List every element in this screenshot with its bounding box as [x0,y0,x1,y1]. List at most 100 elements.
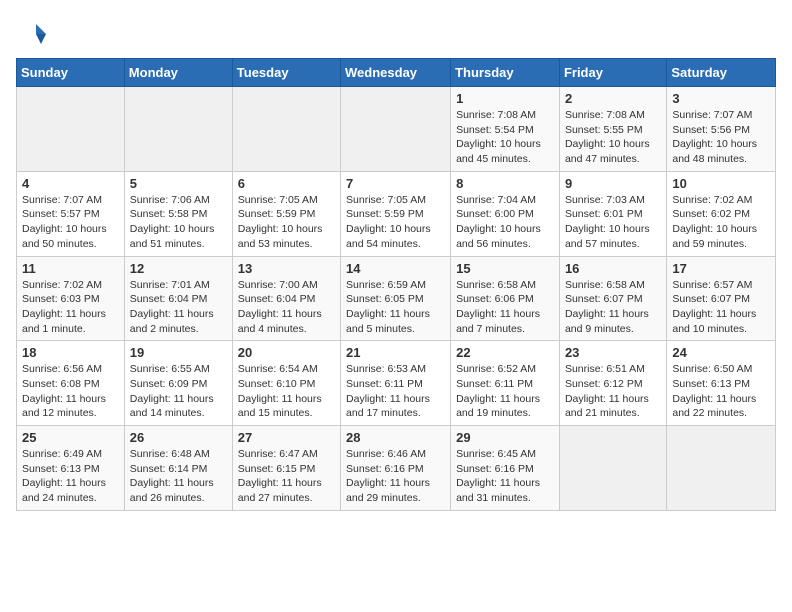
calendar-cell: 22 Sunrise: 6:52 AM Sunset: 6:11 PM Dayli… [451,341,560,426]
day-info: Sunrise: 6:45 AM Sunset: 6:16 PM Dayligh… [456,447,554,506]
calendar-week-row: 1Sunrise: 7:08 AM Sunset: 5:54 PM Daylig… [17,87,776,172]
calendar-cell: 21Sunrise: 6:53 AM Sunset: 6:11 PM Dayli… [341,341,451,426]
day-info: Sunrise: 6:53 AM Sunset: 6:11 PM Dayligh… [346,362,445,421]
calendar-cell: 6 Sunrise: 7:05 AM Sunset: 5:59 PM Daylig… [232,171,340,256]
calendar-table: SundayMondayTuesdayWednesdayThursdayFrid… [16,58,776,511]
calendar-cell [341,87,451,172]
day-number: 27 [238,430,335,445]
day-info: Sunrise: 7:01 AM Sunset: 6:04 PM Dayligh… [130,278,227,337]
calendar-cell: 29 Sunrise: 6:45 AM Sunset: 6:16 PM Dayli… [451,426,560,511]
day-info: Sunrise: 7:06 AM Sunset: 5:58 PM Dayligh… [130,193,227,252]
day-info: Sunrise: 6:54 AM Sunset: 6:10 PM Dayligh… [238,362,335,421]
calendar-cell: 14 Sunrise: 6:59 AM Sunset: 6:05 PM Dayli… [341,256,451,341]
day-info: Sunrise: 7:08 AM Sunset: 5:54 PM Dayligh… [456,108,554,167]
header [16,16,776,50]
day-number: 14 [346,261,445,276]
calendar-cell: 17 Sunrise: 6:57 AM Sunset: 6:07 PM Dayli… [667,256,776,341]
weekday-header: Thursday [451,59,560,87]
day-info: Sunrise: 6:47 AM Sunset: 6:15 PM Dayligh… [238,447,335,506]
logo-icon [16,20,46,50]
calendar-week-row: 4 Sunrise: 7:07 AM Sunset: 5:57 PM Daylig… [17,171,776,256]
calendar-cell: 28 Sunrise: 6:46 AM Sunset: 6:16 PM Dayli… [341,426,451,511]
calendar-cell: 13 Sunrise: 7:00 AM Sunset: 6:04 PM Dayli… [232,256,340,341]
day-number: 18 [22,345,119,360]
weekday-header: Tuesday [232,59,340,87]
day-number: 7 [346,176,445,191]
calendar-cell: 18 Sunrise: 6:56 AM Sunset: 6:08 PM Dayli… [17,341,125,426]
day-number: 19 [130,345,227,360]
day-number: 17 [672,261,770,276]
calendar-cell: 7 Sunrise: 7:05 AM Sunset: 5:59 PM Daylig… [341,171,451,256]
weekday-header: Monday [124,59,232,87]
day-number: 11 [22,261,119,276]
calendar-cell: 27 Sunrise: 6:47 AM Sunset: 6:15 PM Dayli… [232,426,340,511]
day-number: 9 [565,176,661,191]
day-info: Sunrise: 6:57 AM Sunset: 6:07 PM Dayligh… [672,278,770,337]
calendar-cell [232,87,340,172]
weekday-header: Friday [559,59,666,87]
weekday-header: Saturday [667,59,776,87]
calendar-cell: 10 Sunrise: 7:02 AM Sunset: 6:02 PM Dayli… [667,171,776,256]
calendar-cell: 4 Sunrise: 7:07 AM Sunset: 5:57 PM Daylig… [17,171,125,256]
day-number: 12 [130,261,227,276]
calendar-cell: 25Sunrise: 6:49 AM Sunset: 6:13 PM Dayli… [17,426,125,511]
calendar-week-row: 25Sunrise: 6:49 AM Sunset: 6:13 PM Dayli… [17,426,776,511]
day-info: Sunrise: 7:05 AM Sunset: 5:59 PM Dayligh… [346,193,445,252]
day-number: 23 [565,345,661,360]
day-info: Sunrise: 7:00 AM Sunset: 6:04 PM Dayligh… [238,278,335,337]
day-info: Sunrise: 7:02 AM Sunset: 6:03 PM Dayligh… [22,278,119,337]
day-number: 29 [456,430,554,445]
calendar-cell [124,87,232,172]
calendar-cell: 11 Sunrise: 7:02 AM Sunset: 6:03 PM Dayli… [17,256,125,341]
calendar-cell [667,426,776,511]
day-info: Sunrise: 7:02 AM Sunset: 6:02 PM Dayligh… [672,193,770,252]
calendar-cell [559,426,666,511]
calendar-cell: 20 Sunrise: 6:54 AM Sunset: 6:10 PM Dayli… [232,341,340,426]
day-number: 22 [456,345,554,360]
calendar-cell: 2 Sunrise: 7:08 AM Sunset: 5:55 PM Daylig… [559,87,666,172]
day-info: Sunrise: 6:56 AM Sunset: 6:08 PM Dayligh… [22,362,119,421]
day-number: 6 [238,176,335,191]
weekday-header-row: SundayMondayTuesdayWednesdayThursdayFrid… [17,59,776,87]
day-info: Sunrise: 7:03 AM Sunset: 6:01 PM Dayligh… [565,193,661,252]
day-info: Sunrise: 6:52 AM Sunset: 6:11 PM Dayligh… [456,362,554,421]
calendar-cell [17,87,125,172]
day-number: 28 [346,430,445,445]
day-number: 16 [565,261,661,276]
day-info: Sunrise: 6:55 AM Sunset: 6:09 PM Dayligh… [130,362,227,421]
day-number: 2 [565,91,661,106]
day-number: 5 [130,176,227,191]
day-number: 13 [238,261,335,276]
logo [16,20,50,50]
weekday-header: Sunday [17,59,125,87]
calendar-cell: 15Sunrise: 6:58 AM Sunset: 6:06 PM Dayli… [451,256,560,341]
calendar-cell: 23 Sunrise: 6:51 AM Sunset: 6:12 PM Dayli… [559,341,666,426]
day-info: Sunrise: 6:51 AM Sunset: 6:12 PM Dayligh… [565,362,661,421]
calendar-week-row: 18 Sunrise: 6:56 AM Sunset: 6:08 PM Dayli… [17,341,776,426]
day-number: 20 [238,345,335,360]
calendar-cell: 26 Sunrise: 6:48 AM Sunset: 6:14 PM Dayli… [124,426,232,511]
day-info: Sunrise: 7:05 AM Sunset: 5:59 PM Dayligh… [238,193,335,252]
day-info: Sunrise: 6:58 AM Sunset: 6:07 PM Dayligh… [565,278,661,337]
calendar-cell: 9 Sunrise: 7:03 AM Sunset: 6:01 PM Daylig… [559,171,666,256]
day-info: Sunrise: 6:59 AM Sunset: 6:05 PM Dayligh… [346,278,445,337]
day-number: 26 [130,430,227,445]
calendar-cell: 3Sunrise: 7:07 AM Sunset: 5:56 PM Daylig… [667,87,776,172]
weekday-header: Wednesday [341,59,451,87]
day-info: Sunrise: 6:48 AM Sunset: 6:14 PM Dayligh… [130,447,227,506]
day-info: Sunrise: 6:46 AM Sunset: 6:16 PM Dayligh… [346,447,445,506]
day-info: Sunrise: 6:50 AM Sunset: 6:13 PM Dayligh… [672,362,770,421]
day-info: Sunrise: 7:07 AM Sunset: 5:56 PM Dayligh… [672,108,770,167]
calendar-cell: 24 Sunrise: 6:50 AM Sunset: 6:13 PM Dayli… [667,341,776,426]
calendar-cell: 8Sunrise: 7:04 AM Sunset: 6:00 PM Daylig… [451,171,560,256]
day-info: Sunrise: 7:07 AM Sunset: 5:57 PM Dayligh… [22,193,119,252]
calendar-cell: 1Sunrise: 7:08 AM Sunset: 5:54 PM Daylig… [451,87,560,172]
day-info: Sunrise: 6:49 AM Sunset: 6:13 PM Dayligh… [22,447,119,506]
day-number: 4 [22,176,119,191]
calendar-cell: 16 Sunrise: 6:58 AM Sunset: 6:07 PM Dayli… [559,256,666,341]
day-number: 24 [672,345,770,360]
day-info: Sunrise: 6:58 AM Sunset: 6:06 PM Dayligh… [456,278,554,337]
calendar-cell: 5 Sunrise: 7:06 AM Sunset: 5:58 PM Daylig… [124,171,232,256]
day-number: 10 [672,176,770,191]
day-info: Sunrise: 7:08 AM Sunset: 5:55 PM Dayligh… [565,108,661,167]
